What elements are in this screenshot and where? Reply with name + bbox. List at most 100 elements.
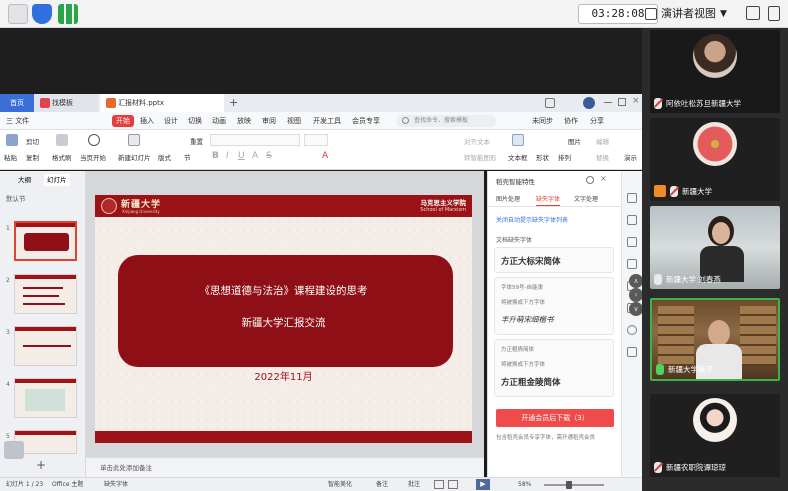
shadow-button[interactable]: A — [252, 151, 258, 161]
play-from-current-button[interactable]: 当页开始 — [80, 152, 106, 162]
download-fonts-button[interactable]: 开通会员后下载（3） — [496, 409, 614, 427]
menu-start[interactable]: 开始 — [112, 115, 134, 127]
slide-thumbnail-4[interactable] — [14, 378, 77, 418]
property-icon[interactable] — [627, 193, 637, 203]
normal-view-icon[interactable] — [434, 480, 444, 489]
minimize-icon[interactable] — [604, 102, 612, 103]
slide-thumbnail-1[interactable] — [14, 221, 77, 261]
tab-slides[interactable]: 幻灯片 — [44, 174, 70, 186]
menu-dev-tools[interactable]: 开发工具 — [313, 112, 341, 130]
play-icon[interactable] — [88, 134, 100, 146]
share-button[interactable]: 分享 — [590, 112, 604, 130]
font-card-2[interactable]: 字体59号-自能隶 将被换成下方字体 丰升萌宋细楷书 — [494, 277, 614, 335]
window-layout-icon[interactable] — [746, 6, 760, 20]
notes-area[interactable]: 单击此处添加备注 — [86, 457, 484, 477]
tab-image-processing[interactable]: 图片处理 — [496, 193, 520, 207]
zoom-slider[interactable] — [544, 484, 604, 486]
close-icon[interactable]: × — [600, 174, 607, 183]
notes-toggle[interactable]: 备注 — [376, 478, 388, 491]
tab-home[interactable]: 首页 — [0, 94, 34, 112]
paste-button[interactable]: 粘贴 — [4, 152, 17, 162]
underline-button[interactable]: U — [238, 151, 245, 161]
book-icon[interactable] — [627, 347, 637, 357]
grid-icon[interactable] — [4, 441, 24, 459]
font-size-select[interactable] — [304, 134, 328, 146]
missing-font-status[interactable]: 缺失字体 — [104, 478, 128, 491]
slide-thumbnail-3[interactable] — [14, 326, 77, 366]
layout-button[interactable]: 版式 — [158, 152, 171, 162]
menu-view[interactable]: 视图 — [287, 112, 301, 130]
arrange-button[interactable]: 排列 — [558, 152, 571, 162]
format-painter-icon[interactable] — [56, 134, 68, 146]
menu-animation[interactable]: 动画 — [212, 112, 226, 130]
font-name-select[interactable] — [210, 134, 300, 146]
sidebar-toggle-icon[interactable] — [768, 6, 780, 21]
smart-beautify-button[interactable]: 智能美化 — [328, 478, 352, 491]
scroll-up-button[interactable]: ∧ — [629, 274, 643, 288]
menu-file[interactable]: 三 文件 — [6, 112, 29, 130]
tab-file[interactable]: 汇报材料.pptx — [100, 94, 224, 112]
adjust-icon[interactable] — [627, 215, 637, 225]
disable-auto-prompt-link[interactable]: 关闭自动提示缺失字体列表 — [496, 215, 568, 224]
collab-button[interactable]: 协作 — [564, 112, 578, 130]
participant-tile-speaking[interactable]: 新疆大学董平 — [650, 298, 780, 381]
copy-button[interactable]: 复制 — [26, 152, 39, 162]
new-tab-button[interactable]: + — [229, 94, 241, 112]
slideshow-short-button[interactable]: 演示 — [624, 152, 637, 162]
tab-outline[interactable]: 大纲 — [18, 171, 31, 189]
pin-icon[interactable] — [627, 237, 637, 247]
grid-icon[interactable] — [8, 4, 28, 24]
shape-button[interactable]: 形状 — [536, 152, 549, 162]
menu-member[interactable]: 会员专享 — [352, 112, 380, 130]
close-icon[interactable]: × — [632, 96, 640, 106]
tab-text-processing[interactable]: 文字处理 — [574, 193, 598, 207]
participant-tile[interactable]: 阿依吐松苏旦新疆大学 — [650, 30, 780, 113]
layout-icon[interactable] — [545, 98, 555, 108]
participant-tile[interactable]: 新疆农职院谭琼琼 — [650, 394, 780, 477]
font-card-1[interactable]: 方正大标宋简体 — [494, 247, 614, 273]
menu-insert[interactable]: 插入 — [140, 112, 154, 130]
strikethrough-button[interactable]: S — [266, 151, 272, 161]
bold-button[interactable]: B — [212, 151, 219, 161]
participant-tile[interactable]: 新疆大学 刘春燕 — [650, 206, 780, 289]
comments-toggle[interactable]: 批注 — [408, 478, 420, 491]
settings-icon[interactable] — [586, 176, 594, 184]
command-search-input[interactable]: 查找命令、搜索模板 — [396, 115, 496, 127]
sorter-view-icon[interactable] — [448, 480, 458, 489]
font-card-3[interactable]: 方正粗倩简体 将被换成下方字体 方正粗金陵简体 — [494, 339, 614, 397]
convert-smartart-button[interactable]: 转智能图形 — [464, 152, 497, 162]
format-painter-button[interactable]: 格式刷 — [52, 152, 72, 162]
paste-icon[interactable] — [6, 134, 18, 146]
textbox-icon[interactable] — [512, 134, 524, 146]
slide-thumbnail-2[interactable] — [14, 274, 77, 314]
new-slide-button[interactable]: 新建幻灯片 — [118, 152, 151, 162]
current-slide[interactable]: 新疆大学 Xinjiang University 马克思主义学院 School … — [95, 195, 472, 443]
textbox-button[interactable]: 文本框 — [508, 152, 528, 162]
sync-status[interactable]: 未同步 — [532, 112, 553, 130]
animation-icon[interactable] — [627, 259, 637, 269]
zoom-slider-handle[interactable] — [566, 481, 572, 489]
menu-design[interactable]: 设计 — [164, 112, 178, 130]
tab-missing-fonts[interactable]: 缺失字体 — [536, 193, 561, 206]
edit-button[interactable]: 编辑 — [596, 136, 609, 146]
section-button[interactable]: 节 — [184, 152, 191, 162]
new-slide-icon[interactable] — [128, 134, 140, 146]
menu-slideshow[interactable]: 放映 — [237, 112, 251, 130]
align-text-button[interactable]: 对齐文本 — [464, 136, 490, 146]
font-color-button[interactable]: A — [322, 151, 328, 161]
signal-icon[interactable] — [58, 4, 78, 24]
play-slideshow-icon[interactable]: ▶ — [476, 479, 490, 490]
avatar[interactable] — [583, 97, 595, 109]
collapse-panel-button[interactable]: › — [629, 288, 643, 302]
picture-button[interactable]: 图片 — [568, 136, 581, 146]
tab-docer[interactable]: 找模板 — [34, 94, 98, 112]
italic-button[interactable]: I — [226, 151, 229, 161]
view-mode-dropdown[interactable]: 演讲者视图 ▼ — [641, 4, 733, 24]
shield-icon[interactable] — [32, 4, 52, 24]
scroll-down-button[interactable]: ∨ — [629, 302, 643, 316]
cut-button[interactable]: 剪切 — [26, 136, 39, 146]
add-slide-button[interactable]: + — [36, 458, 46, 472]
replace-button[interactable]: 替换 — [596, 152, 609, 162]
menu-transition[interactable]: 切换 — [188, 112, 202, 130]
maximize-icon[interactable] — [618, 98, 626, 106]
